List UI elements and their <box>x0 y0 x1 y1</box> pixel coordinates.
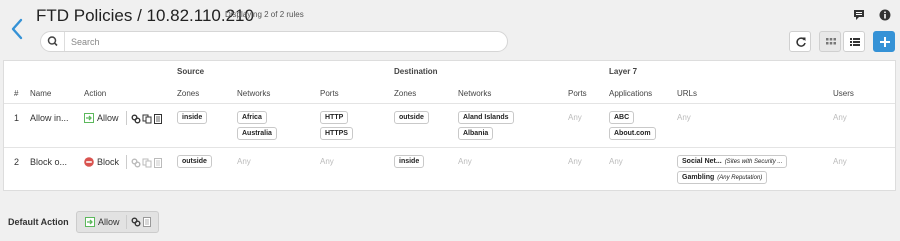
rule-count: Displaying 2 of 2 rules <box>225 10 304 19</box>
col-dest-networks: Networks <box>458 89 492 98</box>
zone-chip: inside <box>177 111 208 124</box>
any-value: Any <box>833 113 847 122</box>
file-copy-icon[interactable] <box>142 114 152 124</box>
any-value: Any <box>833 157 847 166</box>
network-chip: Australia <box>237 127 277 140</box>
search-icon[interactable] <box>41 32 65 51</box>
application-chip: ABC <box>609 111 635 124</box>
any-value: Any <box>320 157 334 166</box>
zone-chip: outside <box>394 111 429 124</box>
network-chip: Africa <box>237 111 267 124</box>
col-dest-zones: Zones <box>394 89 417 98</box>
default-action-value: Allow <box>98 217 120 227</box>
plus-icon <box>880 37 890 47</box>
search-bar <box>40 31 508 52</box>
row-number: 1 <box>14 113 20 123</box>
any-value: Any <box>677 113 691 122</box>
rule-name[interactable]: Block o... <box>30 157 67 167</box>
group-layer7: Layer 7 <box>609 67 638 76</box>
col-urls: URLs <box>677 89 698 98</box>
network-chip: Aland Islands <box>458 111 514 124</box>
gear-link-icon[interactable] <box>131 158 141 168</box>
default-action-label: Default Action <box>8 217 69 227</box>
rule-name[interactable]: Allow in... <box>30 113 69 123</box>
action-divider <box>126 215 127 229</box>
any-value: Any <box>237 157 251 166</box>
log-file-icon[interactable] <box>142 217 152 227</box>
list-view-icon <box>850 38 860 46</box>
any-value: Any <box>568 157 582 166</box>
grid-view-icon <box>826 38 836 45</box>
any-value: Any <box>458 157 472 166</box>
log-file-icon[interactable] <box>153 114 163 124</box>
allow-icon <box>85 217 95 227</box>
refresh-icon <box>796 37 806 47</box>
col-applications: Applications <box>609 89 653 98</box>
back-chevron-icon[interactable] <box>9 18 25 40</box>
col-action: Action <box>84 89 107 98</box>
any-value: Any <box>568 113 582 122</box>
refresh-button[interactable] <box>789 31 811 52</box>
zone-chip: outside <box>177 155 212 168</box>
info-icon[interactable] <box>879 9 891 21</box>
chat-icon[interactable] <box>853 9 865 21</box>
allow-icon <box>84 113 94 123</box>
group-source: Source <box>177 67 205 76</box>
any-value: Any <box>609 157 623 166</box>
col-source-ports: Ports <box>320 89 339 98</box>
group-destination: Destination <box>394 67 438 76</box>
zone-chip: inside <box>394 155 425 168</box>
row-divider <box>4 147 895 148</box>
action-label: Allow <box>97 113 119 123</box>
rules-table: Source Destination Layer 7 # Name Action… <box>3 60 896 191</box>
col-users: Users <box>833 89 854 98</box>
application-chip: About.com <box>609 127 656 140</box>
port-chip: HTTPS <box>320 127 353 140</box>
col-source-networks: Networks <box>237 89 271 98</box>
network-chip: Albania <box>458 127 494 140</box>
col-number: # <box>14 89 19 98</box>
action-label: Block <box>97 157 120 167</box>
header-divider <box>4 103 895 104</box>
url-chip: Gambling (Any Reputation) <box>677 171 768 184</box>
action-divider <box>126 111 127 125</box>
col-source-zones: Zones <box>177 89 200 98</box>
file-copy-icon[interactable] <box>142 158 152 168</box>
url-chip: Social Net... (Sites with Security ... <box>677 155 788 168</box>
gear-link-icon[interactable] <box>131 217 141 227</box>
action-divider <box>126 155 127 169</box>
list-view-button[interactable] <box>843 31 865 52</box>
grid-view-button[interactable] <box>819 31 841 52</box>
gear-link-icon[interactable] <box>131 114 141 124</box>
page-title: FTD Policies / 10.82.110.210 <box>36 6 254 25</box>
block-icon <box>84 157 94 167</box>
col-name: Name <box>30 89 52 98</box>
port-chip: HTTP <box>320 111 349 124</box>
log-file-icon[interactable] <box>153 158 163 168</box>
row-number: 2 <box>14 157 20 167</box>
col-dest-ports: Ports <box>568 89 587 98</box>
search-input[interactable] <box>71 34 491 49</box>
default-action-button[interactable]: Allow <box>76 211 159 233</box>
add-rule-button[interactable] <box>873 31 895 52</box>
